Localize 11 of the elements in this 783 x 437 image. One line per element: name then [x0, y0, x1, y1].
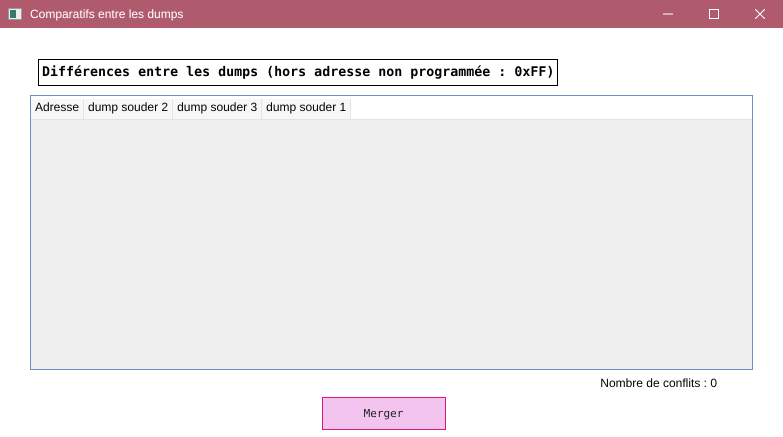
heading: Différences entre les dumps (hors adresse non programmée : 0xFF): [38, 59, 558, 86]
merge-button[interactable]: Merger: [322, 397, 446, 430]
column-header[interactable]: dump souder 2: [84, 99, 174, 119]
window-title: Comparatifs entre les dumps: [30, 7, 184, 21]
column-header[interactable]: dump souder 3: [173, 99, 262, 119]
conflict-count: Nombre de conflits : 0: [600, 376, 717, 390]
close-icon: [755, 9, 765, 19]
maximize-icon: [709, 9, 719, 19]
app-icon: [8, 8, 22, 20]
column-header[interactable]: Adresse: [31, 99, 84, 119]
column-header[interactable]: dump souder 1: [262, 99, 352, 119]
